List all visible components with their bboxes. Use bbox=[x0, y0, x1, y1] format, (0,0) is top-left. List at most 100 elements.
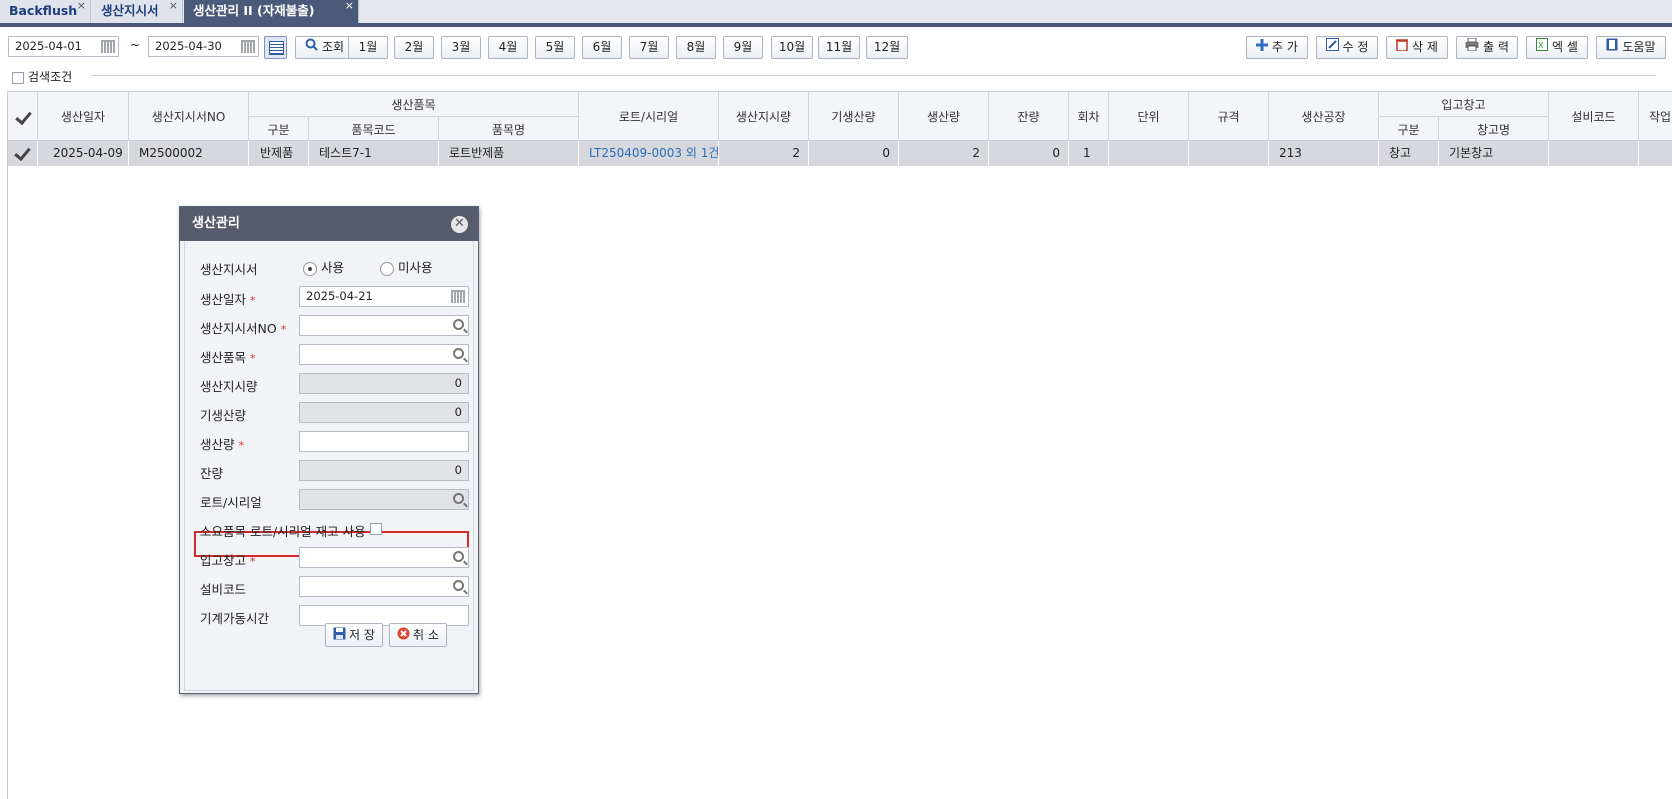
month-button-11[interactable]: 11월 bbox=[818, 36, 860, 59]
dialog-title: 생산관리 bbox=[180, 207, 478, 241]
cell-order-qty: 2 bbox=[719, 141, 809, 166]
delete-button[interactable]: 삭 제 bbox=[1386, 36, 1448, 59]
search-icon[interactable] bbox=[453, 580, 464, 591]
print-button[interactable]: 출 력 bbox=[1456, 36, 1518, 59]
header-warehouse-type[interactable]: 구분 bbox=[1379, 116, 1439, 141]
radio-nouse-option[interactable]: 미사용 bbox=[380, 257, 433, 276]
search-icon[interactable] bbox=[453, 348, 464, 359]
help-label: 도움말 bbox=[1622, 40, 1656, 54]
header-item-name[interactable]: 품목명 bbox=[439, 116, 579, 141]
month-button-10[interactable]: 10월 bbox=[771, 36, 813, 59]
add-button[interactable]: 추 가 bbox=[1246, 36, 1308, 59]
search-label: 조회 bbox=[321, 40, 345, 54]
edit-label: 수 정 bbox=[1342, 40, 1369, 54]
edit-button[interactable]: 수 정 bbox=[1316, 36, 1378, 59]
close-icon[interactable]: ✕ bbox=[451, 216, 468, 233]
cancel-button[interactable]: 취 소 bbox=[389, 623, 447, 647]
calendar-icon[interactable] bbox=[101, 40, 115, 53]
header-prev-qty[interactable]: 기생산량 bbox=[809, 92, 899, 141]
save-button[interactable]: 저 장 bbox=[325, 623, 383, 647]
close-icon[interactable]: × bbox=[77, 0, 86, 16]
radio-use-option[interactable]: 사용 bbox=[303, 257, 344, 276]
cell-lot-link[interactable]: LT250409-0003 외 1건 bbox=[579, 141, 719, 166]
tab-label: 생산지시서 bbox=[101, 3, 159, 18]
calendar-icon[interactable] bbox=[451, 290, 465, 303]
machine-time-label: 기계가동시간 bbox=[200, 611, 270, 626]
tab-label: Backflush bbox=[9, 3, 78, 18]
header-order-qty[interactable]: 생산지시량 bbox=[719, 92, 809, 141]
month-button-4[interactable]: 4월 bbox=[488, 36, 528, 59]
header-warehouse-name[interactable]: 창고명 bbox=[1439, 116, 1549, 141]
month-button-7[interactable]: 7월 bbox=[629, 36, 669, 59]
header-date[interactable]: 생산일자 bbox=[38, 92, 129, 141]
header-plant[interactable]: 생산공장 bbox=[1269, 92, 1379, 141]
radio-use[interactable] bbox=[303, 261, 317, 276]
cell-spec bbox=[1189, 141, 1269, 166]
order-no-label-text: 생산지시서NO bbox=[200, 321, 277, 336]
month-button-3[interactable]: 3월 bbox=[441, 36, 481, 59]
header-work[interactable]: 작업 bbox=[1639, 92, 1672, 141]
plus-icon bbox=[1256, 37, 1269, 58]
header-item-group: 생산품목 bbox=[249, 92, 579, 116]
month-button-2[interactable]: 2월 bbox=[394, 36, 434, 59]
row-checkbox[interactable] bbox=[8, 141, 38, 166]
prod-qty-field[interactable] bbox=[299, 431, 469, 452]
search-condition-toggle[interactable]: 검색조건 bbox=[12, 68, 72, 85]
tab-production-order[interactable]: 생산지시서 × bbox=[92, 0, 183, 23]
cell-remain: 0 bbox=[989, 141, 1069, 166]
grid-header: 생산일자 생산지시서NO 생산품목 구분 품목코드 품목명 로트/시리얼 생산지… bbox=[8, 91, 1672, 141]
help-button[interactable]: 도움말 bbox=[1596, 36, 1666, 59]
tab-backflush[interactable]: Backflush × bbox=[0, 0, 91, 23]
consume-checkbox[interactable] bbox=[370, 523, 382, 535]
date-to-input[interactable]: 2025-04-30 bbox=[148, 36, 259, 57]
search-condition-label: 검색조건 bbox=[28, 70, 73, 84]
month-button-8[interactable]: 8월 bbox=[676, 36, 716, 59]
production-dialog: 생산관리 ✕ 생산지시서 사용 미사용 생산일자 * 2025-04-21 생산지… bbox=[179, 206, 479, 694]
floppy-icon bbox=[333, 625, 346, 647]
date-from-input[interactable]: 2025-04-01 bbox=[8, 36, 119, 57]
equipment-label: 설비코드 bbox=[200, 582, 247, 597]
date-field[interactable]: 2025-04-21 bbox=[299, 286, 469, 307]
search-icon[interactable] bbox=[453, 551, 464, 562]
item-field[interactable] bbox=[299, 344, 469, 365]
radio-nouse[interactable] bbox=[380, 261, 394, 276]
warehouse-field[interactable] bbox=[299, 547, 469, 568]
calendar-button[interactable] bbox=[264, 36, 287, 59]
header-unit[interactable]: 단위 bbox=[1109, 92, 1189, 141]
header-lot[interactable]: 로트/시리얼 bbox=[579, 92, 719, 141]
delete-label: 삭 제 bbox=[1412, 40, 1438, 54]
month-button-5[interactable]: 5월 bbox=[535, 36, 575, 59]
search-icon[interactable] bbox=[453, 493, 464, 504]
tab-production-management[interactable]: 생산관리 II (자재불출) × bbox=[184, 0, 359, 23]
select-all-checkbox[interactable] bbox=[8, 92, 38, 141]
search-button[interactable]: 조회 bbox=[295, 36, 354, 59]
header-spec[interactable]: 규격 bbox=[1189, 92, 1269, 141]
equipment-field[interactable] bbox=[299, 576, 469, 597]
order-no-field[interactable] bbox=[299, 315, 469, 336]
excel-button[interactable]: X엑 셀 bbox=[1526, 36, 1588, 59]
header-round[interactable]: 회차 bbox=[1069, 92, 1109, 141]
warehouse-label: 입고창고 * bbox=[200, 550, 256, 569]
search-icon bbox=[305, 37, 318, 58]
header-order-no[interactable]: 생산지시서NO bbox=[129, 92, 249, 141]
table-row[interactable]: 2025-04-09 M2500002 반제품 테스트7-1 로트반제품 LT2… bbox=[8, 141, 1672, 166]
header-item-type[interactable]: 구분 bbox=[249, 116, 309, 141]
header-prod-qty[interactable]: 생산량 bbox=[899, 92, 989, 141]
calendar-icon[interactable] bbox=[241, 40, 255, 53]
month-button-1[interactable]: 1월 bbox=[348, 36, 388, 59]
search-icon[interactable] bbox=[453, 319, 464, 330]
search-condition-checkbox[interactable] bbox=[12, 71, 24, 84]
header-item-code[interactable]: 품목코드 bbox=[309, 116, 439, 141]
close-icon[interactable]: × bbox=[345, 0, 354, 16]
header-remain[interactable]: 잔량 bbox=[989, 92, 1069, 141]
close-icon[interactable]: × bbox=[169, 0, 178, 16]
tab-bar: Backflush × 생산지시서 × 생산관리 II (자재불출) × bbox=[0, 0, 1672, 24]
month-button-6[interactable]: 6월 bbox=[582, 36, 622, 59]
lot-field[interactable] bbox=[299, 489, 469, 510]
add-label: 추 가 bbox=[1272, 40, 1298, 54]
header-equipment[interactable]: 설비코드 bbox=[1549, 92, 1639, 141]
cell-item-code: 테스트7-1 bbox=[309, 141, 439, 166]
excel-icon: X bbox=[1536, 37, 1549, 58]
month-button-9[interactable]: 9월 bbox=[723, 36, 763, 59]
month-button-12[interactable]: 12월 bbox=[866, 36, 908, 59]
